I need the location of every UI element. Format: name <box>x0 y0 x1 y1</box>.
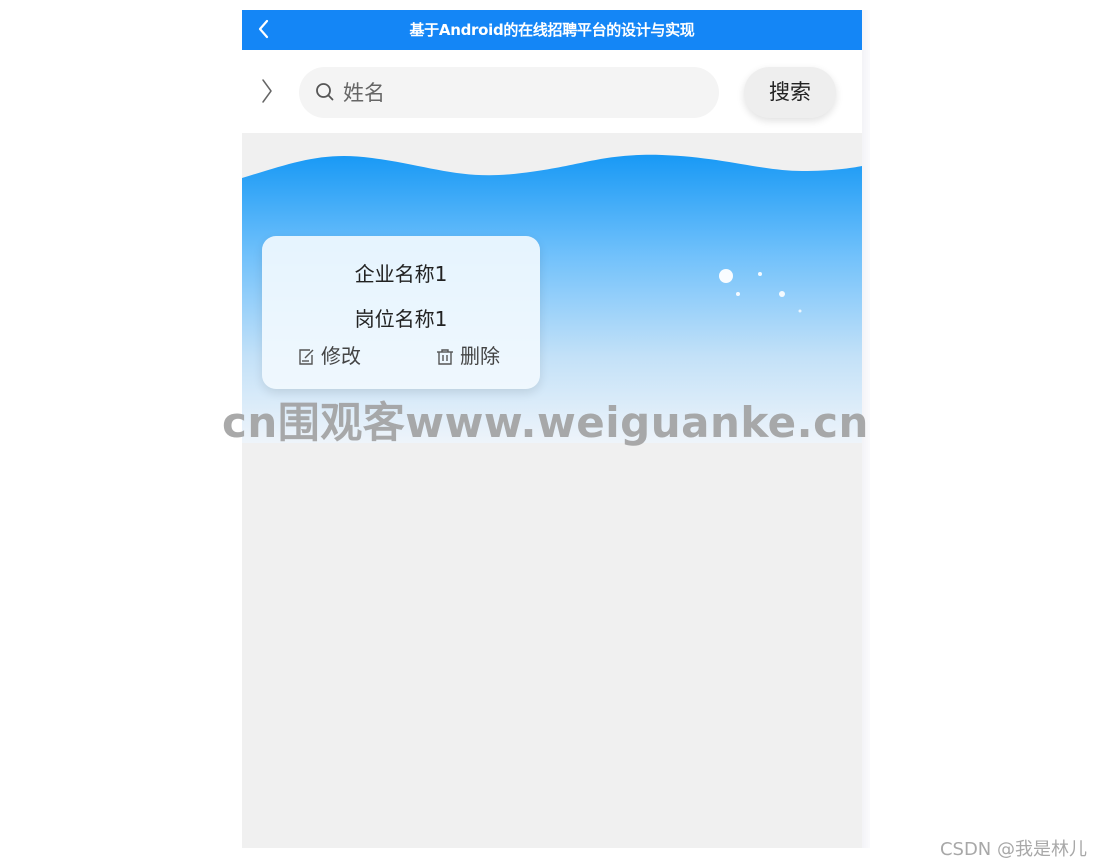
search-bar: 搜索 <box>242 50 862 133</box>
company-name: 企业名称1 <box>354 262 448 286</box>
credit-text: CSDN @我是林儿 <box>939 839 1087 860</box>
chevron-left-icon[interactable] <box>252 17 276 41</box>
edit-icon <box>299 349 314 365</box>
search-button[interactable]: 搜索 <box>744 67 836 118</box>
search-field[interactable] <box>299 67 719 118</box>
page-title: 基于Android的在线招聘平台的设计与实现 <box>409 21 695 39</box>
job-card[interactable]: 企业名称1 岗位名称1 修改 删除 <box>262 236 540 389</box>
search-icon <box>316 83 334 101</box>
watermark: cn围观客www.weiguanke.cn <box>222 398 869 447</box>
delete-button[interactable]: 删除 <box>436 341 500 371</box>
position-name: 岗位名称1 <box>354 307 448 331</box>
search-input[interactable] <box>343 67 703 118</box>
edit-button[interactable]: 修改 <box>297 341 361 371</box>
edit-label: 修改 <box>321 344 361 368</box>
delete-label: 删除 <box>460 344 500 368</box>
chevron-right-icon[interactable] <box>258 76 276 106</box>
title-bar: 基于Android的在线招聘平台的设计与实现 <box>242 10 862 50</box>
trash-icon <box>437 349 453 365</box>
